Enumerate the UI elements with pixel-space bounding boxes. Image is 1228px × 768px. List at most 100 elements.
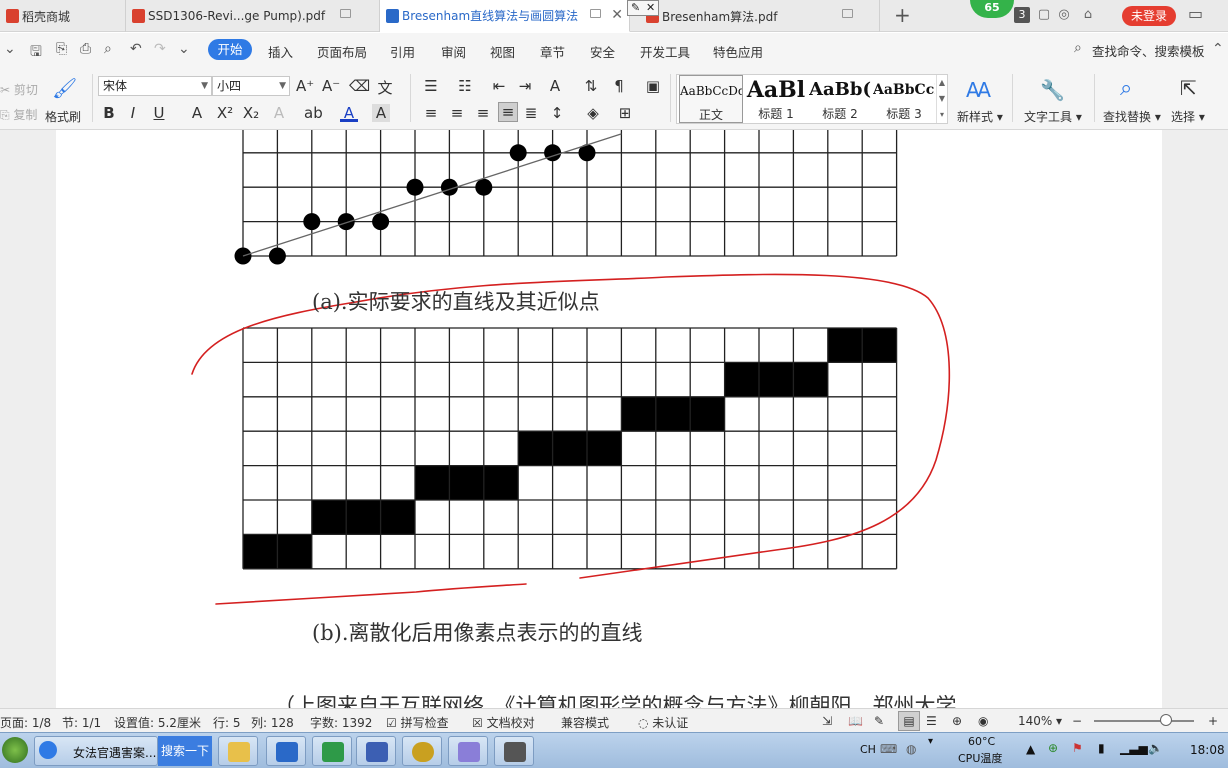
task-app[interactable] bbox=[356, 736, 396, 766]
underline-icon[interactable]: U bbox=[150, 104, 168, 122]
pin-icon[interactable] bbox=[340, 9, 351, 18]
volume-icon[interactable]: 🔈 bbox=[1148, 741, 1163, 755]
signal-icon[interactable]: ▁▃▅ bbox=[1120, 741, 1148, 755]
input-language[interactable]: CH bbox=[860, 743, 876, 756]
zoom-level[interactable]: 140% bbox=[1018, 714, 1052, 728]
word-count[interactable]: 字数: 1392 bbox=[310, 714, 372, 731]
subscript-icon[interactable]: X₂ bbox=[242, 104, 260, 122]
outline-view-icon[interactable]: ☰ bbox=[926, 714, 937, 728]
shading-icon[interactable]: ◈ bbox=[584, 104, 602, 122]
zoom-out-icon[interactable]: − bbox=[1072, 714, 1082, 728]
document-page[interactable]: (a).实际要求的直线及其近似点 (b).离散化后用像素点表示的的直线 （上图来… bbox=[56, 130, 1162, 718]
spell-check-button[interactable]: ☑ 拼写检查 bbox=[386, 714, 449, 731]
cursor-icon[interactable]: ⇱ bbox=[1180, 76, 1197, 100]
login-button[interactable]: 未登录 bbox=[1122, 6, 1176, 26]
print-icon[interactable]: ⎙ bbox=[80, 41, 91, 57]
zoom-in-icon[interactable]: + bbox=[1208, 714, 1218, 728]
tab-review[interactable]: 审阅 bbox=[441, 42, 466, 61]
tab-page-layout[interactable]: 页面布局 bbox=[317, 42, 367, 61]
flag-icon[interactable]: ⚑ bbox=[1072, 741, 1083, 755]
pin-icon[interactable] bbox=[590, 9, 601, 18]
font-size-select[interactable]: 小四 ▼ bbox=[212, 76, 290, 96]
tab-insert[interactable]: 插入 bbox=[268, 42, 293, 61]
chinese-layout-icon[interactable]: A bbox=[546, 77, 564, 95]
align-right-icon[interactable]: ≡ bbox=[474, 104, 492, 122]
shirt-icon[interactable]: ⌂ bbox=[1080, 7, 1096, 23]
tab-view[interactable]: 视图 bbox=[490, 42, 515, 61]
find-replace-icon[interactable]: ⌕ bbox=[1120, 76, 1132, 101]
clock[interactable]: 18:08 bbox=[1190, 743, 1225, 757]
tray-arrow-icon[interactable]: ▾ bbox=[928, 736, 933, 747]
increase-indent-icon[interactable]: ⇥ bbox=[516, 77, 534, 95]
style-heading-2[interactable]: AaBb( 标题 2 bbox=[809, 75, 871, 123]
task-explorer[interactable] bbox=[218, 736, 258, 766]
page-indicator[interactable]: 页面: 1/8 bbox=[0, 714, 51, 731]
security-icon[interactable]: ⊕ bbox=[1048, 741, 1058, 755]
format-painter-label[interactable]: 格式刷 bbox=[45, 108, 81, 125]
show-marks-icon[interactable]: ¶ bbox=[610, 77, 628, 95]
start-button[interactable] bbox=[2, 737, 28, 763]
skin-icon[interactable]: ◎ bbox=[1056, 7, 1072, 23]
more-icon[interactable]: ⌄ bbox=[178, 41, 190, 57]
find-replace-button[interactable]: 查找替换 ▾ bbox=[1103, 108, 1161, 125]
tab-security[interactable]: 安全 bbox=[590, 42, 615, 61]
task-app[interactable] bbox=[402, 736, 442, 766]
format-painter-icon[interactable]: 🖌 bbox=[52, 76, 77, 100]
close-icon[interactable]: ✕ bbox=[646, 1, 655, 15]
line-spacing-icon[interactable]: ↕ bbox=[548, 104, 566, 122]
tab-references[interactable]: 引用 bbox=[390, 42, 415, 61]
grow-font-icon[interactable]: A⁺ bbox=[296, 77, 314, 95]
tab-home[interactable]: 开始 bbox=[208, 39, 252, 60]
bold-icon[interactable]: B bbox=[100, 104, 118, 122]
network-icon[interactable]: ◍ bbox=[906, 742, 916, 756]
zoom-slider[interactable] bbox=[1094, 720, 1194, 722]
select-button[interactable]: 选择 ▾ bbox=[1171, 108, 1205, 125]
cut-button[interactable]: ✂ 剪切 bbox=[0, 81, 38, 98]
tab-ssd1306-pdf[interactable]: SSD1306-Revi...ge Pump).pdf bbox=[126, 0, 380, 32]
export-icon[interactable]: ⎘ bbox=[56, 41, 67, 57]
tab-chapter[interactable]: 章节 bbox=[540, 42, 565, 61]
minimize-ribbon-icon[interactable]: ▢ bbox=[1036, 7, 1052, 23]
eye-protect-icon[interactable]: ◉ bbox=[978, 714, 988, 728]
wrench-icon[interactable]: 🔧 bbox=[1040, 78, 1065, 102]
copy-button[interactable]: ⎘ 复制 bbox=[0, 106, 37, 123]
task-app[interactable] bbox=[494, 736, 534, 766]
superscript-icon[interactable]: X² bbox=[216, 104, 234, 122]
redo-icon[interactable]: ↷ bbox=[154, 41, 166, 57]
decrease-indent-icon[interactable]: ⇤ bbox=[490, 77, 508, 95]
zoom-dropdown-icon[interactable]: ▾ bbox=[1056, 714, 1062, 728]
new-style-icon[interactable]: Ꜳ bbox=[966, 78, 991, 102]
font-effect-icon[interactable]: A bbox=[188, 104, 206, 122]
bullet-list-icon[interactable]: ☰ bbox=[422, 77, 440, 95]
phonetic-icon[interactable]: 文 bbox=[376, 77, 394, 98]
show-hidden-icon[interactable]: ▲ bbox=[1026, 742, 1035, 756]
zoom-slider-thumb[interactable] bbox=[1160, 714, 1172, 726]
tab-special-apps[interactable]: 特色应用 bbox=[713, 42, 763, 61]
new-style-button[interactable]: 新样式 ▾ bbox=[957, 108, 1003, 125]
undo-icon[interactable]: ↶ bbox=[130, 41, 142, 57]
auth-status[interactable]: ◌ 未认证 bbox=[638, 714, 688, 731]
border-icon[interactable]: ⊞ bbox=[616, 104, 634, 122]
new-tab-button[interactable]: + bbox=[894, 3, 911, 27]
close-tab-icon[interactable]: ✕ bbox=[611, 7, 623, 23]
tab-developer[interactable]: 开发工具 bbox=[640, 42, 690, 61]
task-ie-window[interactable]: 女法官遇害案... bbox=[34, 736, 158, 766]
speed-badge[interactable]: 65 bbox=[970, 0, 1014, 18]
task-app[interactable] bbox=[448, 736, 488, 766]
text-effect-icon[interactable]: A bbox=[270, 104, 288, 122]
highlight-icon[interactable]: ab bbox=[304, 104, 323, 122]
tab-daoke-store[interactable]: 稻壳商城 bbox=[0, 0, 126, 32]
read-mode-icon[interactable]: 📖 bbox=[848, 714, 863, 728]
task-wps-sheet[interactable] bbox=[312, 736, 352, 766]
distribute-icon[interactable]: ≣ bbox=[522, 104, 540, 122]
char-shading-icon[interactable]: A bbox=[372, 104, 390, 122]
italic-icon[interactable]: I bbox=[124, 104, 142, 122]
align-left-icon[interactable]: ≡ bbox=[422, 104, 440, 122]
tab-bresenham-pdf[interactable]: Bresenham算法.pdf bbox=[630, 0, 880, 32]
keyboard-icon[interactable]: ⌨ bbox=[880, 742, 897, 756]
clear-format-icon[interactable]: ⌫ bbox=[349, 77, 370, 95]
web-view-icon[interactable]: ⊕ bbox=[952, 714, 962, 728]
numbered-list-icon[interactable]: ☷ bbox=[456, 77, 474, 95]
font-color-icon[interactable]: A bbox=[340, 104, 358, 122]
menu-dropdown-icon[interactable]: ⌄ bbox=[4, 41, 16, 57]
